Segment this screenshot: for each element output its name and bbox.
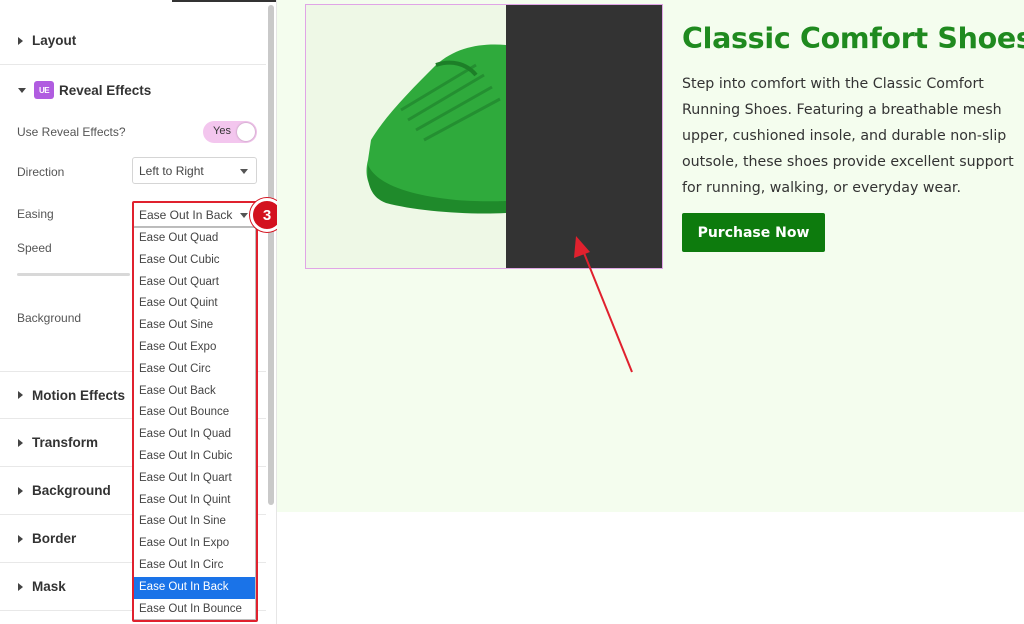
- direction-select[interactable]: Left to Right: [132, 157, 257, 184]
- caret-right-icon: [18, 582, 23, 591]
- section-label: Mask: [32, 579, 66, 594]
- annotation-arrow-icon: [574, 236, 633, 373]
- easing-dropdown-list: Ease Out Quad Ease Out Cubic Ease Out Qu…: [133, 227, 256, 620]
- easing-value: Ease Out In Back: [139, 208, 233, 222]
- section-label: Background: [32, 483, 111, 498]
- section-label: Layout: [32, 33, 77, 48]
- easing-label: Easing: [17, 207, 54, 221]
- background-label: Background: [17, 311, 82, 325]
- easing-option[interactable]: Ease Out In Quart: [134, 468, 255, 490]
- easing-select[interactable]: Ease Out In Back: [132, 201, 257, 227]
- easing-option[interactable]: Ease Out In Sine: [134, 511, 255, 533]
- speed-label: Speed: [17, 241, 52, 255]
- easing-option[interactable]: Ease Out Quint: [134, 293, 255, 315]
- chevron-down-icon: [240, 169, 248, 174]
- section-label: Border: [32, 531, 77, 546]
- caret-down-icon: [18, 87, 26, 93]
- green-shoe-image: [366, 44, 506, 214]
- easing-option[interactable]: Ease Out Circ: [134, 359, 255, 381]
- easing-option[interactable]: Ease Out In Bounce: [134, 599, 255, 621]
- caret-right-icon: [18, 36, 23, 45]
- easing-option[interactable]: Ease Out In Quad: [134, 424, 255, 446]
- easing-option[interactable]: Ease Out In Quint: [134, 490, 255, 512]
- product-description: Step into comfort with the Classic Comfo…: [682, 76, 1014, 196]
- use-reveal-toggle[interactable]: Yes: [203, 121, 257, 143]
- use-reveal-label: Use Reveal Effects?: [17, 125, 126, 139]
- caret-right-icon: [18, 391, 23, 399]
- easing-option[interactable]: Ease Out Quad: [134, 228, 255, 250]
- direction-label: Direction: [17, 165, 65, 179]
- easing-option[interactable]: Ease Out Expo: [134, 337, 255, 359]
- section-label: Reveal Effects: [59, 82, 152, 98]
- easing-option[interactable]: Ease Out Sine: [134, 315, 255, 337]
- unlimited-elements-icon: UE: [34, 81, 54, 99]
- caret-right-icon: [18, 534, 23, 543]
- purchase-now-button[interactable]: Purchase Now: [682, 213, 825, 252]
- panel-scrollbar[interactable]: [268, 5, 274, 505]
- toggle-text: Yes: [213, 125, 231, 137]
- caret-right-icon: [18, 486, 23, 495]
- easing-option[interactable]: Ease Out Cubic: [134, 250, 255, 272]
- section-layout[interactable]: Layout: [0, 17, 266, 65]
- easing-option[interactable]: Ease Out Quart: [134, 272, 255, 294]
- caret-right-icon: [18, 438, 23, 447]
- section-label: Motion Effects: [32, 387, 125, 403]
- chevron-down-icon: [240, 213, 248, 218]
- easing-option[interactable]: Ease Out In Expo: [134, 533, 255, 555]
- speed-slider[interactable]: [17, 273, 130, 276]
- direction-value: Left to Right: [139, 164, 204, 178]
- section-label: Transform: [32, 435, 99, 450]
- product-title: Classic Comfort Shoes: [682, 22, 1024, 55]
- easing-option[interactable]: Ease Out In Circ: [134, 555, 255, 577]
- top-divider: [172, 0, 276, 2]
- section-reveal-effects[interactable]: UE Reveal Effects: [0, 66, 266, 114]
- easing-option[interactable]: Ease Out Back: [134, 381, 255, 403]
- toggle-knob: [237, 123, 255, 141]
- easing-option-selected[interactable]: Ease Out In Back: [134, 576, 255, 599]
- easing-option[interactable]: Ease Out Bounce: [134, 402, 255, 424]
- easing-option[interactable]: Ease Out In Cubic: [134, 446, 255, 468]
